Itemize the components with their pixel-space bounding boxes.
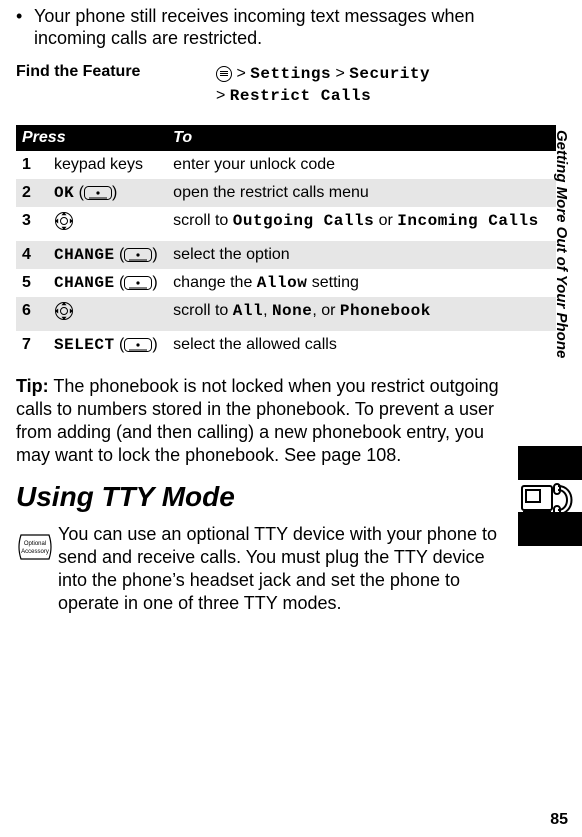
side-section-label: Getting More Out of Your Phone bbox=[553, 130, 570, 358]
path-sep: > bbox=[331, 65, 349, 82]
tip-paragraph: Tip: The phonebook is not locked when yo… bbox=[16, 375, 556, 467]
step-number: 1 bbox=[16, 151, 48, 179]
step-number: 6 bbox=[16, 297, 48, 331]
section-heading: Using TTY Mode bbox=[16, 481, 556, 513]
to-code: Outgoing Calls bbox=[233, 212, 374, 230]
to-cell: scroll to All, None, or Phonebook bbox=[167, 297, 556, 331]
to-text: , bbox=[263, 302, 272, 319]
path-sep: > bbox=[236, 65, 250, 82]
find-feature-value: > Settings > Security > Restrict Calls bbox=[216, 63, 430, 107]
path-sep: > bbox=[216, 87, 230, 104]
to-text: scroll to bbox=[173, 302, 233, 319]
tty-paragraph: Optional Accessory You can use an option… bbox=[16, 523, 556, 615]
to-text: or bbox=[374, 212, 397, 229]
accessory-label-line2: Accessory bbox=[21, 549, 49, 555]
bullet-marker: • bbox=[16, 5, 34, 49]
press-cell bbox=[48, 297, 167, 331]
table-row: 6 scroll to All, None, or Phonebook bbox=[16, 297, 556, 331]
to-cell: enter your unlock code bbox=[167, 151, 556, 179]
to-code: Incoming Calls bbox=[397, 212, 538, 230]
to-cell: open the restrict calls menu bbox=[167, 179, 556, 207]
tty-device-icon bbox=[518, 446, 582, 546]
tip-label: Tip: bbox=[16, 376, 49, 396]
step-number: 5 bbox=[16, 269, 48, 297]
softkey-icon bbox=[124, 248, 152, 262]
table-row: 4 CHANGE () select the option bbox=[16, 241, 556, 269]
to-code: Allow bbox=[257, 274, 308, 292]
press-cell: keypad keys bbox=[48, 151, 167, 179]
page-number: 85 bbox=[550, 811, 568, 829]
col-press: Press bbox=[16, 125, 167, 151]
optional-accessory-icon: Optional Accessory bbox=[16, 523, 58, 615]
steps-table: Press To 1 keypad keys enter your unlock… bbox=[16, 125, 556, 359]
table-row: 2 OK () open the restrict calls menu bbox=[16, 179, 556, 207]
softkey-icon bbox=[124, 338, 152, 352]
find-feature-row: Find the Feature > Settings > Security >… bbox=[16, 63, 556, 107]
to-text: scroll to bbox=[173, 212, 233, 229]
path-item: Settings bbox=[250, 65, 331, 83]
to-code: Phonebook bbox=[340, 302, 431, 320]
nav-key-icon bbox=[54, 211, 74, 237]
table-row: 7 SELECT () select the allowed calls bbox=[16, 331, 556, 359]
press-cell bbox=[48, 207, 167, 241]
bullet-text: Your phone still receives incoming text … bbox=[34, 5, 516, 49]
press-cell: SELECT () bbox=[48, 331, 167, 359]
to-cell: change the Allow setting bbox=[167, 269, 556, 297]
step-number: 2 bbox=[16, 179, 48, 207]
press-label: CHANGE bbox=[54, 246, 115, 264]
press-cell: CHANGE () bbox=[48, 241, 167, 269]
path-item: Security bbox=[349, 65, 430, 83]
press-cell: OK () bbox=[48, 179, 167, 207]
press-label: SELECT bbox=[54, 336, 115, 354]
path-item: Restrict Calls bbox=[230, 87, 371, 105]
step-number: 7 bbox=[16, 331, 48, 359]
step-number: 3 bbox=[16, 207, 48, 241]
bullet-item: • Your phone still receives incoming tex… bbox=[16, 5, 556, 49]
table-row: 5 CHANGE () change the Allow setting bbox=[16, 269, 556, 297]
col-to: To bbox=[167, 125, 556, 151]
softkey-icon bbox=[124, 276, 152, 290]
to-cell: select the allowed calls bbox=[167, 331, 556, 359]
accessory-label-line1: Optional bbox=[24, 541, 46, 547]
press-label: OK bbox=[54, 184, 74, 202]
to-cell: scroll to Outgoing Calls or Incoming Cal… bbox=[167, 207, 556, 241]
table-header-row: Press To bbox=[16, 125, 556, 151]
table-row: 3 scroll to Outgoing Calls or Incoming C… bbox=[16, 207, 556, 241]
nav-key-icon bbox=[54, 301, 74, 327]
tip-text: The phonebook is not locked when you res… bbox=[16, 376, 499, 465]
menu-icon bbox=[216, 66, 232, 82]
softkey-icon bbox=[84, 186, 112, 200]
press-label: CHANGE bbox=[54, 274, 115, 292]
to-text: change the bbox=[173, 274, 257, 291]
find-feature-label: Find the Feature bbox=[16, 63, 216, 81]
step-number: 4 bbox=[16, 241, 48, 269]
to-cell: select the option bbox=[167, 241, 556, 269]
tty-text: You can use an optional TTY device with … bbox=[58, 523, 516, 615]
to-code: None bbox=[272, 302, 312, 320]
to-text: setting bbox=[307, 274, 359, 291]
to-text: , or bbox=[312, 302, 340, 319]
to-code: All bbox=[233, 302, 263, 320]
table-row: 1 keypad keys enter your unlock code bbox=[16, 151, 556, 179]
press-cell: CHANGE () bbox=[48, 269, 167, 297]
